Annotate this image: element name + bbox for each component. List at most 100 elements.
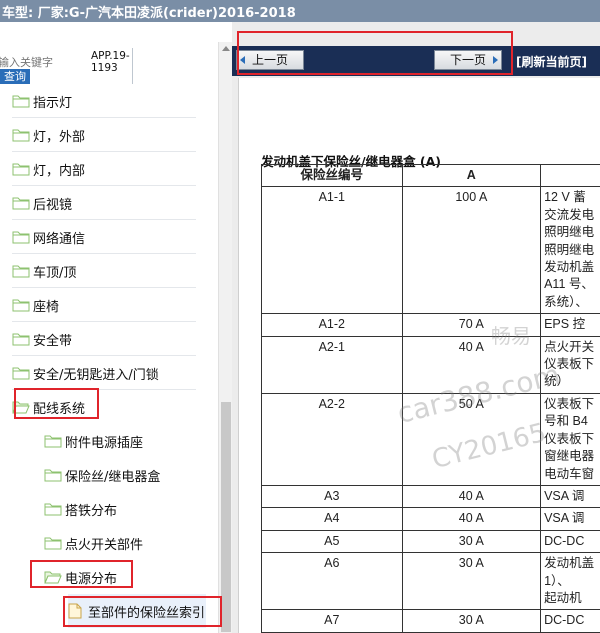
- fuse-number-cell: A7: [261, 609, 403, 633]
- tree-item[interactable]: 后视镜: [12, 186, 72, 220]
- amperage-cell: 40 A: [401, 507, 542, 531]
- column-header: 保险丝编号: [261, 163, 403, 188]
- amperage-cell: 30 A: [401, 609, 542, 633]
- next-page-label: 下一页: [449, 53, 486, 67]
- tree-item[interactable]: 车顶/顶: [12, 254, 76, 288]
- prev-page-label: 上一页: [251, 53, 288, 67]
- table-row: A2-2 50 A 仪表板下 号和 B4 仪表板下 窗继电器 电动车窗: [261, 392, 600, 486]
- tree-item-label: 灯，外部: [33, 129, 86, 145]
- amperage-cell: 40 A: [401, 484, 542, 509]
- tree-item[interactable]: 搭铁分布: [44, 492, 117, 526]
- amperage-cell: 50 A: [401, 392, 542, 486]
- right-panel: 上一页 下一页 [刷新当前页] 发动机盖下保险丝/继电器盒 (A) 保险丝编号 …: [232, 22, 600, 633]
- tree-item-label: 灯，内部: [33, 163, 86, 179]
- amperage-cell: 40 A: [401, 335, 542, 394]
- table-row: A1-1 100 A 12 V 蓄 交流发电 照明继电 照明继电 发动机盖 A11 …: [261, 186, 600, 315]
- fuse-number-cell: A6: [261, 552, 403, 611]
- folder-icon: [12, 265, 30, 278]
- tree-item-label: 配线系统: [33, 401, 86, 417]
- tree-item[interactable]: 至部件的保险丝索引: [68, 594, 206, 628]
- scroll-thumb[interactable]: [221, 402, 231, 632]
- table-header-row: 保险丝编号 A: [261, 163, 600, 188]
- fuse-table-body: A1-1 100 A 12 V 蓄 交流发电 照明继电 照明继电 发动机盖 A11 …: [261, 186, 600, 633]
- tree-item[interactable]: 灯，外部: [12, 118, 85, 152]
- scroll-up-arrow-icon[interactable]: [222, 46, 230, 51]
- tree-item[interactable]: 安全/无钥匙进入/门锁: [12, 356, 159, 390]
- fuse-number-cell: A2-2: [261, 392, 403, 486]
- column-header: [540, 163, 600, 188]
- circuit-description-cell: 点火开关 仪表板下 统）: [540, 335, 600, 394]
- document-icon: [68, 603, 82, 619]
- fuse-number-cell: A2-1: [261, 335, 403, 394]
- tree-item-label: 指示灯: [33, 95, 73, 111]
- circuit-description-cell: EPS 控: [540, 313, 600, 337]
- prev-page-button[interactable]: 上一页: [236, 50, 304, 70]
- folder-icon: [12, 299, 30, 312]
- fuse-number-cell: A4: [261, 507, 403, 531]
- search-divider: [132, 48, 133, 84]
- amperage-cell: 70 A: [401, 313, 542, 337]
- tree-item[interactable]: 点火开关部件: [44, 526, 143, 560]
- circuit-description-cell: VSA 调: [540, 507, 600, 531]
- folder-icon: [12, 367, 30, 380]
- tree-item-label: 点火开关部件: [65, 537, 144, 553]
- document-page: 发动机盖下保险丝/继电器盒 (A) 保险丝编号 A A1-1 100 A 12 V …: [238, 78, 600, 633]
- tree-item-label: 网络通信: [33, 231, 86, 247]
- tree-item[interactable]: 保险丝/继电器盒: [44, 458, 160, 492]
- tree-item[interactable]: 附件电源插座: [44, 424, 143, 458]
- amperage-cell: 100 A: [401, 186, 542, 315]
- vehicle-title: 车型: 厂家:G-广汽本田凌派(crider)2016-2018: [2, 6, 296, 21]
- tree-item[interactable]: 指示灯: [12, 84, 72, 118]
- circuit-description-cell: VSA 调: [540, 484, 600, 509]
- left-panel: 查询 APP.19-1193 指示灯灯，外部灯，内部后视镜网络通信车顶/顶座椅安…: [0, 22, 232, 633]
- title-bar: 车型: 厂家:G-广汽本田凌派(crider)2016-2018: [0, 0, 600, 22]
- search-button[interactable]: 查询: [0, 69, 30, 84]
- table-row: A5 30 A DC-DC: [261, 529, 600, 554]
- app-version-tag: APP.19-1193: [91, 50, 130, 74]
- arrow-right-icon: [493, 56, 498, 64]
- table-row: A2-1 40 A 点火开关 仪表板下 统）: [261, 335, 600, 394]
- page-nav-bar: 上一页 下一页 [刷新当前页]: [232, 46, 600, 76]
- fuse-table: 保险丝编号 A A1-1 100 A 12 V 蓄 交流发电 照明继电 照明继电 发…: [261, 163, 600, 633]
- circuit-description-cell: 12 V 蓄 交流发电 照明继电 照明继电 发动机盖 A11 号、 系统）、: [540, 186, 600, 315]
- table-row: A6 30 A 发动机盖 1）、 起动机: [261, 552, 600, 611]
- tree-item[interactable]: 配线系统: [12, 390, 85, 424]
- circuit-description-cell: DC-DC: [540, 609, 600, 633]
- tree-item-label: 附件电源插座: [65, 435, 144, 451]
- tree-item-label: 座椅: [33, 299, 60, 315]
- tree-item-label: 至部件的保险丝索引: [88, 605, 206, 621]
- folder-icon: [12, 197, 30, 210]
- folder-icon: [12, 129, 30, 142]
- tree-item[interactable]: 电源分布: [44, 560, 117, 594]
- folder-icon: [12, 163, 30, 176]
- tree-item-label: 保险丝/继电器盒: [65, 469, 161, 485]
- tree-item[interactable]: 安全带: [12, 322, 72, 356]
- fuse-number-cell: A1-2: [261, 313, 403, 337]
- folder-icon: [12, 231, 30, 244]
- tree-item-label: 后视镜: [33, 197, 73, 213]
- arrow-left-icon: [240, 56, 245, 64]
- tree-item[interactable]: 灯，内部: [12, 152, 85, 186]
- table-row: A7 30 A DC-DC: [261, 609, 600, 633]
- column-header: A: [401, 163, 542, 188]
- tree-scrollbar[interactable]: [218, 42, 232, 633]
- table-row: A4 40 A VSA 调: [261, 507, 600, 531]
- fuse-number-cell: A3: [261, 484, 403, 509]
- tree-item[interactable]: 网络通信: [12, 220, 85, 254]
- table-row: A1-2 70 A EPS 控: [261, 313, 600, 337]
- fuse-number-cell: A5: [261, 529, 403, 554]
- tree-item[interactable]: 座椅: [12, 288, 59, 322]
- folder-open-icon: [44, 571, 62, 584]
- refresh-page-link[interactable]: [刷新当前页]: [516, 53, 587, 70]
- amperage-cell: 30 A: [401, 529, 542, 554]
- tree-item-label: 车顶/顶: [33, 265, 77, 281]
- amperage-cell: 30 A: [401, 552, 542, 611]
- circuit-description-cell: DC-DC: [540, 529, 600, 554]
- folder-icon: [44, 537, 62, 550]
- tree-item-label: 安全/无钥匙进入/门锁: [33, 367, 159, 383]
- fuse-number-cell: A1-1: [261, 186, 403, 315]
- folder-icon: [44, 503, 62, 516]
- next-page-button[interactable]: 下一页: [434, 50, 502, 70]
- folder-icon: [44, 469, 62, 482]
- circuit-description-cell: 仪表板下 号和 B4 仪表板下 窗继电器 电动车窗: [540, 392, 600, 486]
